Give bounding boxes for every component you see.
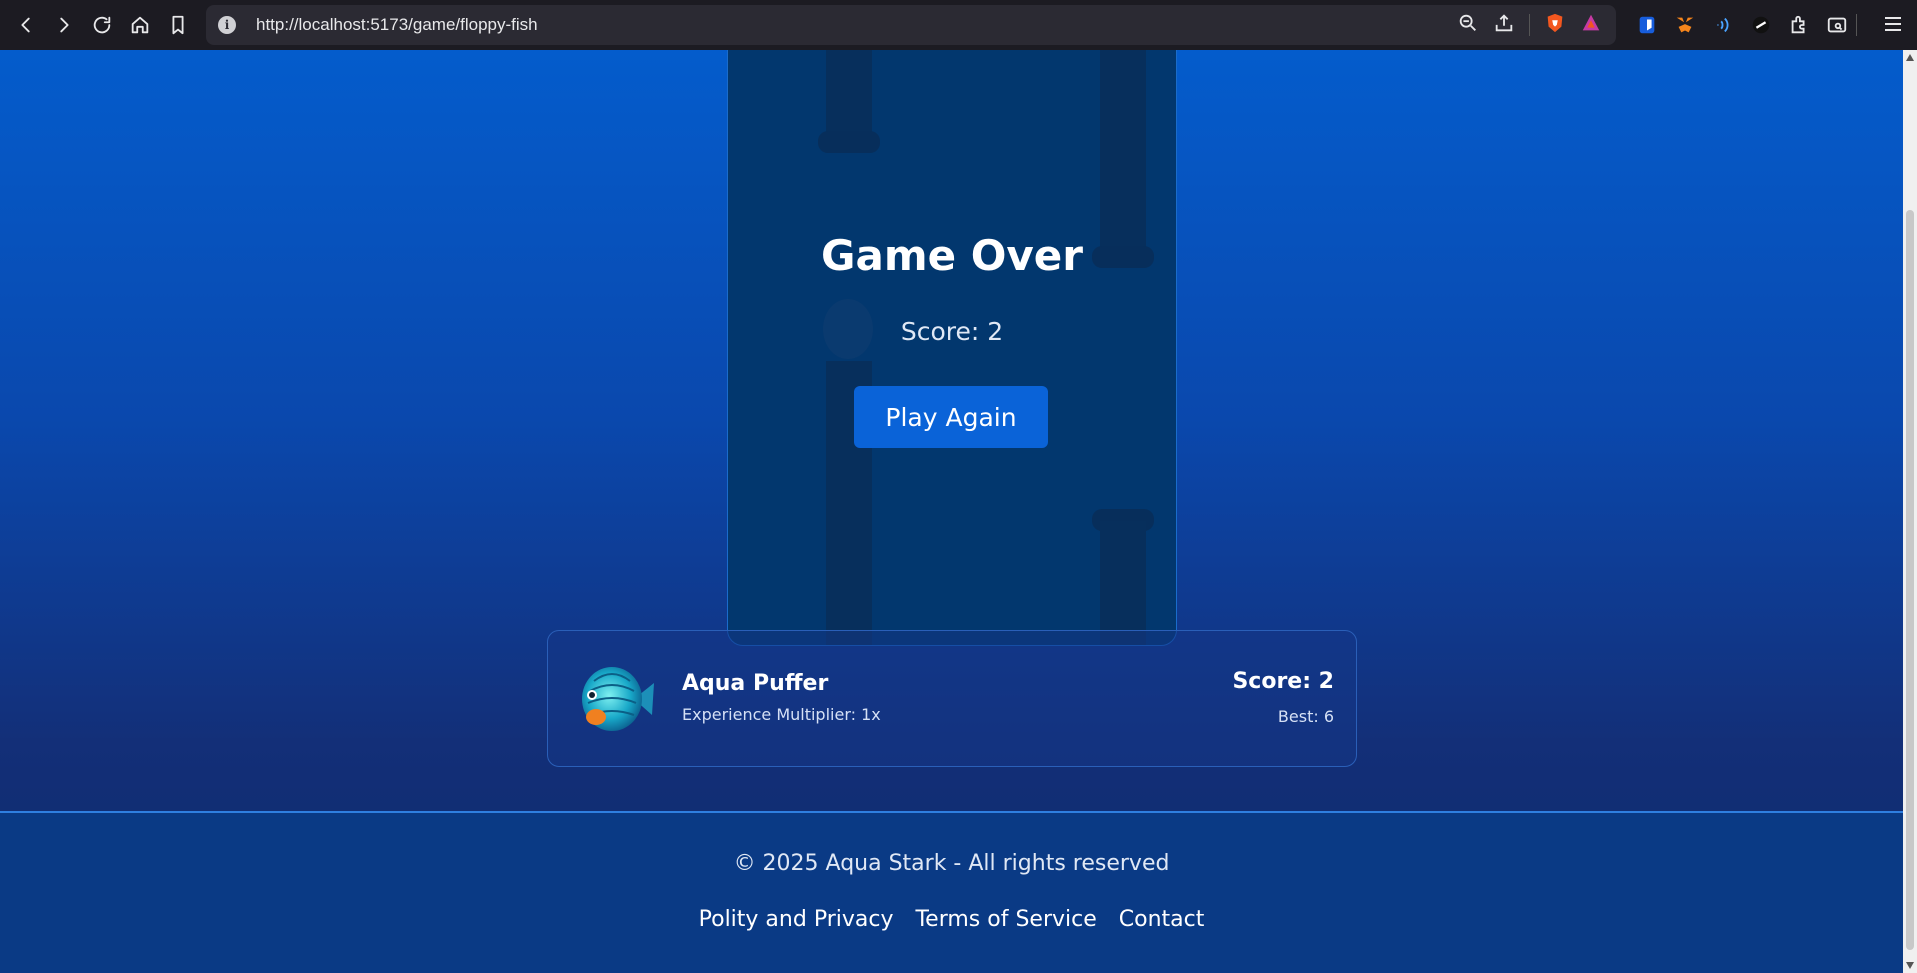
share-icon[interactable] — [1493, 12, 1515, 38]
game-canvas[interactable]: Game Over Score: 2 Play Again — [727, 50, 1177, 646]
bookmark-icon[interactable] — [160, 7, 196, 43]
scroll-down-icon[interactable] — [1906, 962, 1914, 969]
game-over-title: Game Over — [821, 231, 1083, 280]
browser-toolbar: i http://localhost:5173/game/floppy-fish — [0, 0, 1917, 50]
brave-rewards-icon[interactable] — [1580, 12, 1602, 38]
terms-link[interactable]: Terms of Service — [915, 907, 1096, 932]
url-text[interactable]: http://localhost:5173/game/floppy-fish — [256, 15, 538, 35]
forward-icon[interactable] — [46, 7, 82, 43]
current-score: Score: 2 — [1232, 669, 1334, 694]
page-scrollbar[interactable] — [1903, 50, 1917, 973]
privacy-link[interactable]: Polity and Privacy — [699, 907, 894, 932]
toolbar-divider — [1856, 14, 1857, 36]
fish-name: Aqua Puffer — [682, 671, 829, 696]
scrollbar-thumb[interactable] — [1906, 210, 1914, 950]
play-again-button[interactable]: Play Again — [854, 386, 1048, 448]
address-bar[interactable]: i http://localhost:5173/game/floppy-fish — [206, 5, 1616, 45]
brave-shield-icon[interactable] — [1544, 12, 1566, 38]
puzzle-extensions-icon[interactable] — [1786, 12, 1812, 38]
reload-icon[interactable] — [84, 7, 120, 43]
back-icon[interactable] — [8, 7, 44, 43]
game-over-overlay — [728, 50, 1176, 645]
copyright-text: © 2025 Aqua Stark - All rights reserved — [733, 851, 1170, 876]
menu-icon[interactable] — [1881, 12, 1907, 38]
scroll-up-icon[interactable] — [1906, 54, 1914, 61]
experience-multiplier: Experience Multiplier: 1x — [682, 705, 881, 724]
best-score: Best: 6 — [1277, 707, 1334, 726]
contact-link[interactable]: Contact — [1119, 907, 1205, 932]
final-score: Score: 2 — [900, 317, 1004, 346]
zoom-icon[interactable] — [1457, 12, 1479, 38]
toolbar-divider — [1529, 14, 1530, 36]
site-info-icon[interactable]: i — [218, 16, 236, 34]
fish-info-card: Aqua Puffer Experience Multiplier: 1x Sc… — [547, 630, 1357, 767]
extension-wallet-icon[interactable] — [1748, 12, 1774, 38]
metamask-icon[interactable] — [1672, 12, 1698, 38]
page-content: Game Over Score: 2 Play Again Aqua Puffe… — [0, 50, 1903, 973]
home-icon[interactable] — [122, 7, 158, 43]
footer-links: Polity and Privacy Terms of Service Cont… — [0, 907, 1903, 932]
bitwarden-icon[interactable] — [1634, 12, 1660, 38]
audio-wave-icon[interactable] — [1710, 12, 1736, 38]
wallet-window-icon[interactable] — [1824, 12, 1850, 38]
fish-avatar — [572, 661, 656, 737]
footer: © 2025 Aqua Stark - All rights reserved … — [0, 811, 1903, 973]
